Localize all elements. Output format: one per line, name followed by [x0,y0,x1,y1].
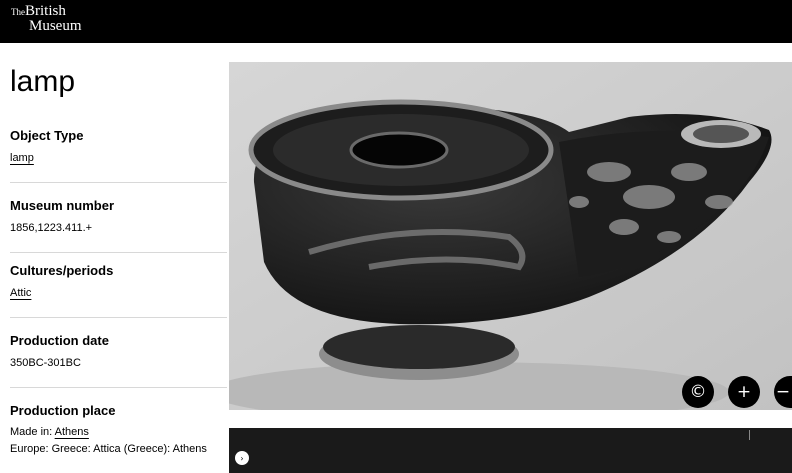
field-production-place: Production place Made in: Athens Europe:… [10,403,227,456]
next-media-button[interactable]: › [235,451,249,465]
site-header: TheBritish Museum [0,0,792,43]
copyright-button[interactable]: © [682,376,714,408]
place-hierarchy: Europe: Greece: Attica (Greece): Athens [10,443,207,455]
made-in-label: Made in: [10,426,53,438]
zoom-in-button[interactable]: + [728,376,760,408]
minus-icon: − [775,382,791,402]
culture-link[interactable]: Attic [10,287,31,299]
object-image[interactable] [229,62,792,410]
logo-the: The [11,7,25,17]
field-label: Production place [10,403,116,418]
plus-icon: + [736,382,752,402]
divider [10,317,227,318]
field-label: Cultures/periods [10,263,114,278]
divider [10,387,227,388]
object-details-panel: lamp Object Type lamp Museum number 1856… [0,43,228,473]
british-museum-logo[interactable]: TheBritish Museum [11,3,82,34]
media-strip [229,428,792,473]
field-museum-number: Museum number 1856,1223.411.+ [10,198,227,235]
divider [10,182,227,183]
lamp-photograph [229,62,792,410]
media-divider [749,430,750,440]
object-title: lamp [10,65,76,98]
object-type-link[interactable]: lamp [10,152,34,164]
chevron-right-icon: › [240,453,244,463]
museum-number-value: 1856,1223.411.+ [10,222,93,234]
place-link[interactable]: Athens [55,426,89,438]
field-label: Object Type [10,128,84,143]
field-label: Museum number [10,198,115,213]
production-date-value: 350BC-301BC [10,357,81,369]
field-object-type: Object Type lamp [10,128,227,165]
field-label: Production date [10,333,109,348]
logo-british: British [25,3,66,19]
field-cultures-periods: Cultures/periods Attic [10,263,227,300]
copyright-icon: © [689,382,707,402]
field-production-date: Production date 350BC-301BC [10,333,227,370]
divider [10,252,227,253]
logo-museum: Museum [29,18,82,34]
